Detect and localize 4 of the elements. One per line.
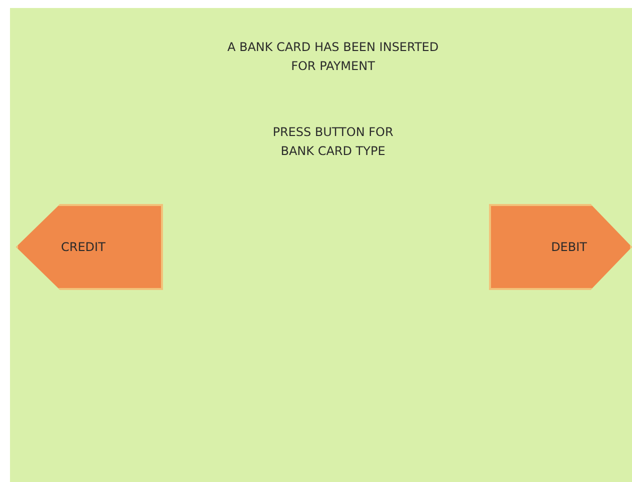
instruction-text: A BANK CARD HAS BEEN INSERTED FOR PAYMENT <box>227 39 439 75</box>
debit-button[interactable]: DEBIT <box>489 204 632 290</box>
instruction-text: PRESS BUTTON FOR BANK CARD TYPE <box>272 124 394 160</box>
credit-button[interactable]: CREDIT <box>16 204 163 290</box>
